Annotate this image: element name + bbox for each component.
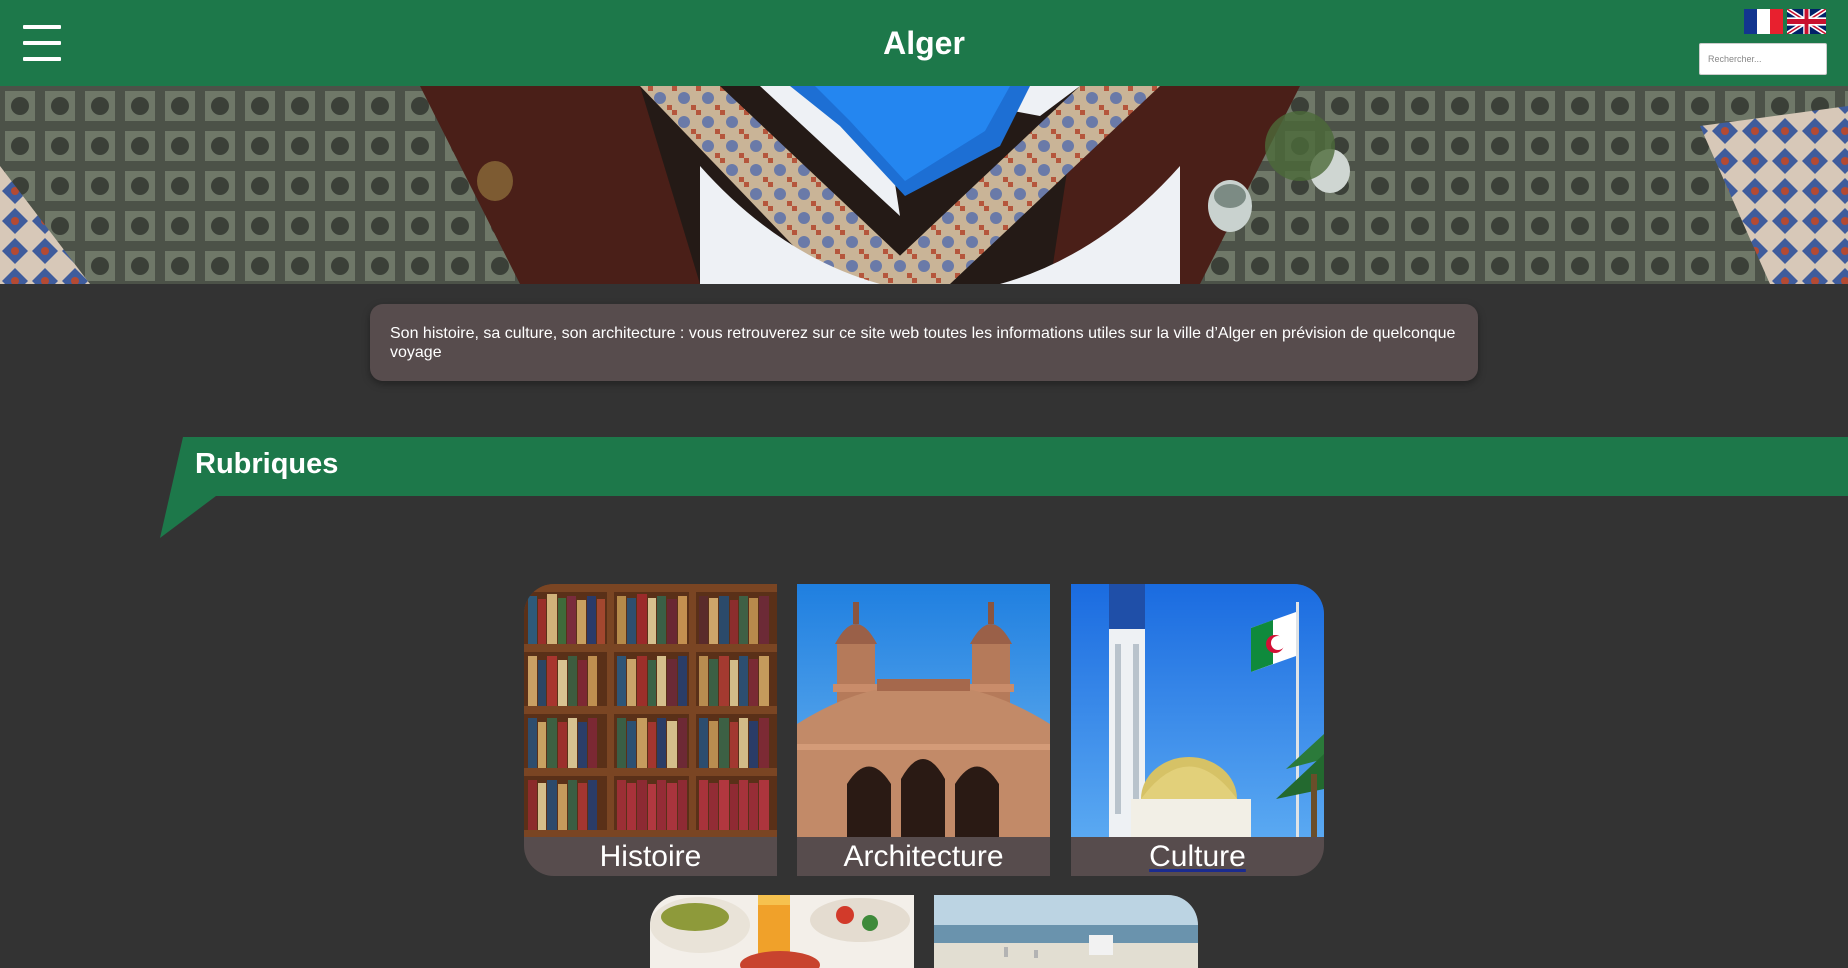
category-card-architecture[interactable]: Architecture (797, 584, 1050, 876)
flag-uk-icon[interactable] (1787, 9, 1826, 34)
category-card-histoire[interactable]: Histoire (524, 584, 777, 876)
minaret-flag-image (1071, 584, 1324, 837)
site-title: Alger (883, 25, 965, 61)
intro-text: Son histoire, sa culture, son architectu… (390, 325, 1456, 361)
bookshelf-image (524, 584, 777, 837)
hero-banner-image (0, 86, 1848, 284)
section-title: Rubriques (195, 448, 339, 480)
intro-card: Son histoire, sa culture, son architectu… (370, 304, 1478, 381)
flag-france-icon[interactable] (1744, 9, 1783, 34)
site-header: Alger (0, 0, 1848, 86)
category-card-beach[interactable] (934, 895, 1198, 968)
category-card-gastronomy[interactable] (650, 895, 914, 968)
card-label: Culture (1071, 837, 1324, 876)
card-label: Architecture (843, 840, 1004, 873)
card-label: Histoire (599, 840, 702, 873)
category-card-culture[interactable]: Culture (1071, 584, 1324, 876)
mosque-image (797, 584, 1050, 837)
food-image (650, 895, 914, 968)
section-ribbon (160, 437, 1848, 538)
card-label-link: Culture (1149, 840, 1246, 873)
beach-image (934, 895, 1198, 968)
search-input[interactable] (1699, 43, 1827, 75)
